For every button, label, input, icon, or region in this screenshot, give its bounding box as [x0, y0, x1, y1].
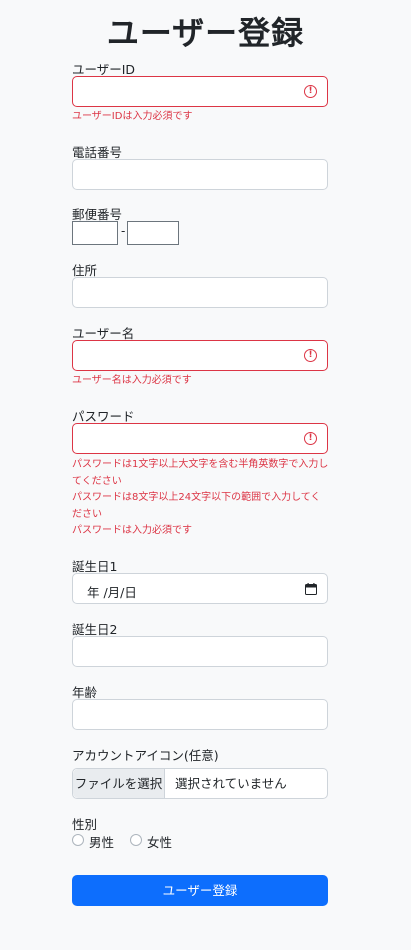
gender-radio-female[interactable] [130, 834, 142, 846]
phone-input[interactable] [72, 159, 328, 190]
zip-second-input[interactable] [127, 221, 179, 245]
register-button[interactable]: ユーザー登録 [72, 875, 328, 906]
avatar-file-input[interactable]: ファイルを選択 選択されていません [72, 768, 328, 799]
invalid-icon: ! [304, 432, 317, 445]
zip-separator: - [121, 224, 126, 238]
username-error: ユーザー名は入力必須です [72, 375, 192, 386]
invalid-icon: ! [304, 85, 317, 98]
registration-form: ユーザー登録 ユーザーID ! ユーザーIDは入力必須です 電話番号 郵便番号 … [0, 0, 411, 950]
page-title: ユーザー登録 [106, 14, 305, 52]
choose-file-button[interactable]: ファイルを選択 [73, 769, 165, 798]
password-error-1: パスワードは1文字以上大文字を含む半角英数字で入力してください [72, 459, 329, 487]
calendar-icon[interactable] [305, 583, 317, 595]
gender-label-female: 女性 [147, 835, 173, 850]
age-input[interactable] [72, 699, 328, 730]
user-id-error: ユーザーIDは入力必須です [72, 111, 193, 122]
user-id-input[interactable]: ! [72, 76, 328, 107]
invalid-icon: ! [304, 349, 317, 362]
gender-label-male: 男性 [89, 835, 115, 850]
date-placeholder: 年 /月/日 [87, 585, 137, 600]
birthday1-date-input[interactable]: 年 /月/日 [72, 573, 328, 604]
avatar-label: アカウントアイコン(任意) [72, 748, 219, 763]
gender-label: 性別 [72, 817, 98, 832]
address-input[interactable] [72, 277, 328, 308]
birthday2-input[interactable] [72, 636, 328, 667]
file-status: 選択されていません [175, 776, 287, 791]
username-input[interactable]: ! [72, 340, 328, 371]
zip-first-input[interactable] [72, 221, 118, 245]
password-input[interactable]: ! [72, 423, 328, 454]
password-error-3: パスワードは入力必須です [72, 525, 192, 536]
password-error-2: パスワードは8文字以上24文字以下の範囲で入力してください [72, 492, 321, 520]
gender-radio-male[interactable] [72, 834, 84, 846]
